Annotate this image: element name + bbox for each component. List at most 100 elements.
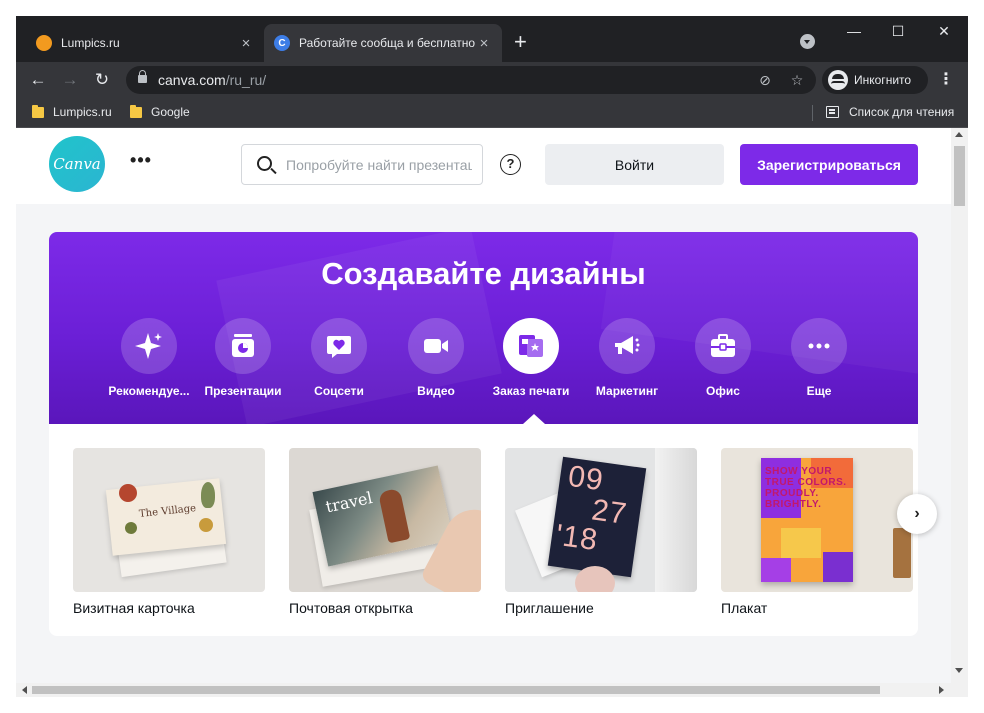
category-more[interactable]: Еще [771,318,867,398]
bookmark-label: Lumpics.ru [53,105,112,119]
bookmarks-divider [812,105,813,121]
category-social[interactable]: Соцсети [291,318,387,398]
category-label: Заказ печати [492,384,570,398]
minimize-button[interactable]: — [834,20,874,42]
category-presentations[interactable]: Презентации [195,318,291,398]
browser-window: Lumpics.ru × C Работайте сообща и беспла… [16,16,968,697]
signup-button[interactable]: Зарегистрироваться [740,144,918,185]
category-label: Маркетинг [595,384,659,398]
flower-decoration [575,566,615,592]
fruit-decoration [119,484,137,502]
bookmarks-bar: Lumpics.ru Google Список для чтения [16,98,968,128]
invitation-card: 09 27 '18 [547,456,647,578]
card-thumbnail[interactable]: 09 27 '18 [505,448,697,592]
carousel-next-button[interactable]: › [897,494,937,534]
tab-title: Работайте сообща и бесплатно [299,36,476,50]
presentation-icon [232,334,254,357]
search-input[interactable] [286,155,472,175]
reload-button[interactable]: ↻ [90,68,114,92]
poster-color-block [761,558,791,582]
lock-icon[interactable] [138,70,147,83]
browser-toolbar: ← → ↻ canva.com/ru_ru/ ⊘ ☆ Инкогнито ⋮ [16,62,968,98]
folder-icon [32,104,44,118]
forward-button[interactable]: → [58,68,82,92]
card-postcard[interactable]: travel Почтовая открытка [289,448,481,616]
card-poster[interactable]: SHOW YOUR TRUE COLORS. PROUDLY. BRIGHTLY… [721,448,913,616]
card-image-text: 09 [566,459,606,498]
address-bar[interactable]: canva.com/ru_ru/ ⊘ ☆ [126,66,816,94]
card-business-card[interactable]: The Village Визитная карточка [73,448,265,616]
window-close-button[interactable]: ✕ [924,20,964,42]
canva-logo[interactable]: Canva [49,136,105,192]
category-recommended[interactable]: Рекомендуе... [101,318,197,398]
vertical-scrollbar[interactable] [951,128,968,697]
tab-strip: Lumpics.ru × C Работайте сообща и беспла… [16,16,968,62]
category-print-order[interactable]: Заказ печати [483,318,579,398]
hero-banner: Создавайте дизайны Рекомендуе... Презент… [49,232,918,424]
url-text[interactable]: canva.com/ru_ru/ [158,72,266,88]
category-video[interactable]: Видео [388,318,484,398]
card-invitation[interactable]: 09 27 '18 Приглашение [505,448,697,616]
card-label: Почтовая открытка [289,600,413,616]
card-image-text: SHOW YOUR TRUE COLORS. PROUDLY. BRIGHTLY… [765,466,847,510]
scroll-down-arrow-icon[interactable] [955,668,963,673]
category-marketing[interactable]: Маркетинг [579,318,675,398]
browser-menu-icon[interactable]: ⋮ [938,68,954,92]
category-office[interactable]: Офис [675,318,771,398]
briefcase-icon [711,334,735,357]
canva-favicon-icon: C [274,35,290,51]
horizontal-scrollbar[interactable] [16,683,951,697]
bookmark-lumpics[interactable]: Lumpics.ru [32,104,112,119]
active-category-pointer [523,414,545,424]
category-icon-circle [695,318,751,374]
card-image-text: travel [323,488,375,517]
card-thumbnail[interactable]: The Village [73,448,265,592]
search-box[interactable] [241,144,483,185]
help-icon[interactable]: ? [500,154,521,175]
maximize-button[interactable]: ☐ [878,20,918,42]
category-label: Видео [417,384,455,398]
card-thumbnail[interactable]: travel [289,448,481,592]
video-camera-icon [424,339,448,353]
horizontal-scroll-thumb[interactable] [32,686,880,694]
bookmark-star-icon[interactable]: ☆ [788,71,806,89]
card-label: Приглашение [505,600,594,616]
category-icon-circle [408,318,464,374]
tab-search-icon[interactable] [800,34,815,49]
megaphone-icon [615,336,640,354]
canva-page: Canva ••• ? Войти Зарегистрироваться Соз… [16,128,951,683]
card-thumbnail[interactable]: SHOW YOUR TRUE COLORS. PROUDLY. BRIGHTLY… [721,448,913,592]
poster-shape: SHOW YOUR TRUE COLORS. PROUDLY. BRIGHTLY… [761,458,853,582]
back-button[interactable]: ← [26,68,50,92]
scroll-up-arrow-icon[interactable] [955,132,963,137]
close-icon[interactable]: × [476,35,492,52]
tab-canva[interactable]: C Работайте сообща и бесплатно × [264,24,502,62]
tracking-protection-icon[interactable]: ⊘ [756,71,774,89]
category-label: Офис [706,384,740,398]
login-button[interactable]: Войти [545,144,724,185]
category-label: Рекомендуе... [108,384,190,398]
incognito-icon [828,70,848,90]
profile-label: Инкогнито [854,73,912,87]
reading-list-button[interactable]: Список для чтения [826,105,954,119]
more-menu-icon[interactable]: ••• [130,150,152,170]
category-icon-circle [215,318,271,374]
scroll-right-arrow-icon[interactable] [939,686,944,694]
close-icon[interactable]: × [238,35,254,52]
hero-title: Создавайте дизайны [321,256,646,291]
design-cards-panel: The Village Визитная карточка travel Поч… [49,424,937,636]
folder-icon [130,104,142,118]
scroll-left-arrow-icon[interactable] [22,686,27,694]
vertical-scroll-thumb[interactable] [954,146,965,206]
paper-decoration [655,448,697,592]
tab-title: Lumpics.ru [61,36,120,50]
person-figure [378,487,411,544]
category-label: Соцсети [314,384,364,398]
bookmark-google[interactable]: Google [130,104,190,119]
tab-lumpics[interactable]: Lumpics.ru × [26,24,264,62]
poster-color-block [823,552,853,582]
incognito-profile-button[interactable]: Инкогнито [822,66,928,94]
bookmark-label: Google [151,105,190,119]
new-tab-button[interactable]: + [514,30,527,54]
category-label: Еще [806,384,832,398]
